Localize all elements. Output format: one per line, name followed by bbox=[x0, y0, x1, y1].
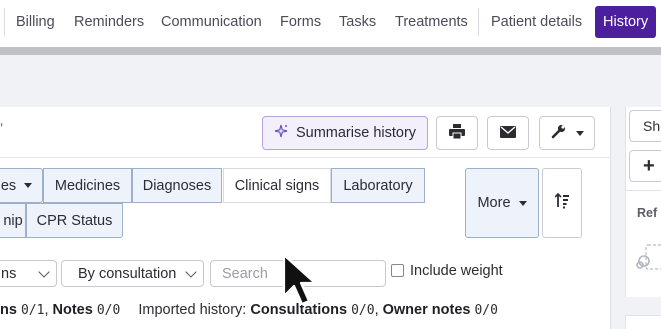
summarise-history-label: Summarise history bbox=[295, 125, 417, 141]
more-filters-button[interactable]: More bbox=[465, 168, 539, 238]
filter-chip-laboratory[interactable]: Laboratory bbox=[331, 168, 425, 203]
printer-icon bbox=[449, 124, 465, 142]
chevron-down-icon bbox=[24, 183, 33, 188]
filter-chip-dropdown[interactable]: es bbox=[0, 168, 43, 203]
filter-chip-medicines[interactable]: Medicines bbox=[43, 168, 132, 203]
filter-chip-clinical-signs[interactable]: Clinical signs bbox=[223, 168, 331, 203]
horizontal-scrollbar[interactable] bbox=[0, 47, 661, 55]
counts-owner-notes-label: Owner notes bbox=[382, 302, 471, 318]
sparkle-icon bbox=[274, 124, 288, 142]
history-counts: ns 0/1, Notes 0/0 Imported history: Cons… bbox=[0, 302, 498, 318]
tab-history[interactable]: History bbox=[595, 6, 657, 38]
counts-part1-value: 0/1 bbox=[20, 303, 45, 318]
side-section-label: Ref bbox=[637, 206, 658, 220]
show-label: Sh bbox=[643, 118, 661, 134]
include-weight-label: Include weight bbox=[410, 263, 503, 279]
panel-header-divider bbox=[0, 157, 611, 158]
tab-forms[interactable]: Forms bbox=[280, 6, 321, 38]
wrench-icon bbox=[551, 124, 566, 142]
chevron-down-icon bbox=[38, 265, 50, 278]
envelope-icon bbox=[500, 125, 516, 141]
filter-chip-relationship[interactable]: nip bbox=[0, 203, 26, 238]
print-button[interactable] bbox=[436, 116, 478, 150]
truncated-heading-fragment: ’ bbox=[0, 120, 4, 136]
tab-separator bbox=[4, 8, 5, 36]
counts-consultations-value: 0/0 bbox=[351, 303, 375, 318]
filter-chip-label: es bbox=[0, 177, 17, 194]
tools-menu-button[interactable] bbox=[539, 116, 595, 150]
counts-notes-value: 0/0 bbox=[96, 303, 121, 318]
imported-history-label: Imported history: bbox=[138, 302, 247, 318]
record-type-select[interactable]: ns bbox=[0, 260, 57, 287]
counts-owner-notes-value: 0/0 bbox=[474, 303, 498, 318]
tab-reminders[interactable]: Reminders bbox=[74, 6, 144, 38]
mouse-pointer-icon bbox=[281, 252, 321, 315]
tab-patient-details[interactable]: Patient details bbox=[491, 6, 582, 38]
group-by-value: By consultation bbox=[78, 265, 177, 282]
counts-part1-label: ns bbox=[0, 302, 17, 318]
tab-tasks[interactable]: Tasks bbox=[339, 6, 376, 38]
chevron-down-icon bbox=[185, 265, 197, 278]
tab-separator bbox=[478, 8, 479, 36]
more-label: More bbox=[477, 195, 511, 211]
side-card-lower bbox=[625, 315, 661, 329]
link-placeholder-icon bbox=[636, 243, 661, 278]
sort-order-button[interactable] bbox=[542, 168, 582, 238]
tab-communication[interactable]: Communication bbox=[161, 6, 262, 38]
show-button[interactable]: Sh bbox=[629, 110, 661, 142]
include-weight-checkbox[interactable] bbox=[391, 264, 404, 277]
add-label: + bbox=[643, 154, 655, 177]
filter-chip-cpr-status[interactable]: CPR Status bbox=[26, 203, 123, 238]
tab-treatments[interactable]: Treatments bbox=[395, 6, 468, 38]
filter-chip-diagnoses[interactable]: Diagnoses bbox=[132, 168, 222, 203]
group-by-select[interactable]: By consultation bbox=[61, 260, 204, 287]
side-divider bbox=[625, 190, 661, 191]
tab-billing[interactable]: Billing bbox=[16, 6, 55, 38]
record-type-value: ns bbox=[1, 265, 17, 282]
chevron-down-icon bbox=[575, 130, 584, 136]
summarise-history-button[interactable]: Summarise history bbox=[262, 116, 428, 150]
sort-descending-icon bbox=[554, 192, 569, 214]
email-button[interactable] bbox=[487, 116, 529, 150]
add-button[interactable]: + bbox=[629, 150, 661, 182]
counts-notes-label: Notes bbox=[52, 302, 93, 318]
chevron-down-icon bbox=[518, 200, 527, 206]
